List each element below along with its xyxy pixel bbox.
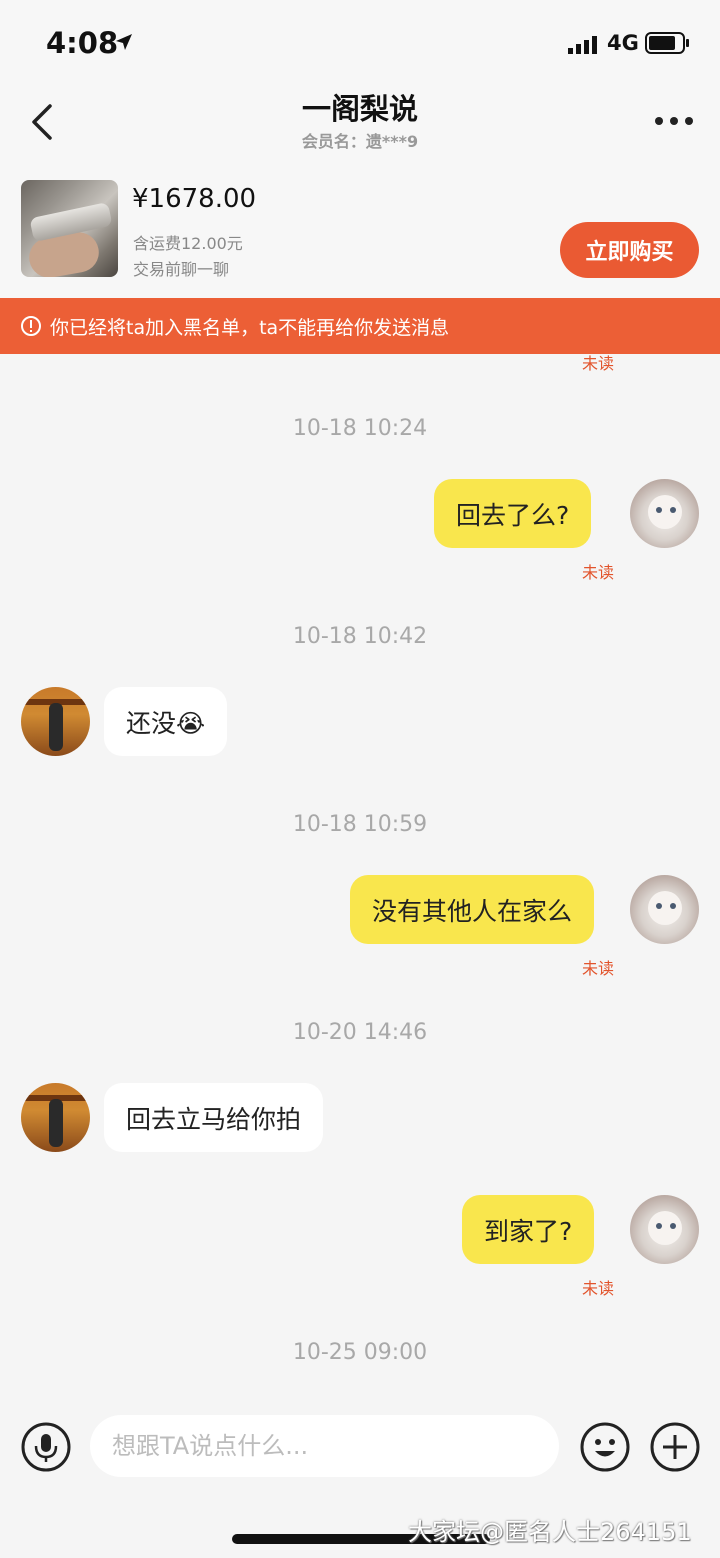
status-bar: 4:08 4G [0, 0, 720, 80]
my-avatar[interactable] [630, 1195, 699, 1264]
network-type: 4G [607, 31, 639, 55]
battery-icon [645, 32, 689, 54]
product-card[interactable]: ¥1678.00 含运费12.00元 交易前聊一聊 立即购买 [0, 166, 720, 298]
status-time: 4:08 [46, 26, 119, 60]
contact-avatar[interactable] [21, 687, 90, 756]
message-timestamp: 10-18 10:59 [292, 812, 428, 837]
message-timestamp: 10-18 10:42 [292, 624, 428, 649]
microphone-icon[interactable] [21, 1422, 71, 1472]
watermark: 大家坛@匿名人士264151 [408, 1518, 692, 1546]
unread-label: 未读 [582, 1279, 615, 1298]
message-timestamp: 10-25 09:00 [292, 1340, 428, 1365]
contact-message-bubble[interactable]: 还没😭 [104, 687, 228, 756]
unread-label: 未读 [582, 563, 615, 582]
chat-hint: 交易前聊一聊 [133, 260, 230, 279]
unread-label: 未读 [582, 354, 615, 373]
product-price: ¥1678.00 [132, 184, 257, 214]
my-message-bubble[interactable]: 到家了? [462, 1195, 595, 1264]
shipping-fee: 含运费12.00元 [133, 234, 243, 253]
chat-header: 一阁梨说 会员名：遗***9 [0, 80, 720, 166]
emoji-icon[interactable] [580, 1422, 630, 1472]
message-timestamp: 10-20 14:46 [292, 1020, 428, 1045]
chat-title: 一阁梨说 [301, 92, 418, 126]
buy-now-button[interactable]: 立即购买 [560, 222, 699, 278]
blacklist-banner: 你已经将ta加入黑名单，ta不能再给你发送消息 [0, 298, 720, 354]
product-image[interactable] [21, 180, 118, 277]
input-bar: 大家坛@匿名人士264151 [0, 1400, 720, 1558]
message-timestamp: 10-18 10:24 [292, 416, 428, 441]
my-message-bubble[interactable]: 没有其他人在家么 [350, 875, 595, 944]
message-input[interactable] [90, 1415, 559, 1477]
contact-message-bubble[interactable]: 回去立马给你拍 [104, 1083, 324, 1152]
plus-icon[interactable] [650, 1422, 700, 1472]
warning-circle-icon [21, 316, 41, 336]
banner-text: 你已经将ta加入黑名单，ta不能再给你发送消息 [50, 316, 450, 339]
unread-label: 未读 [582, 959, 615, 978]
location-arrow-icon [116, 34, 132, 50]
my-avatar[interactable] [630, 875, 699, 944]
more-dots-icon[interactable] [654, 116, 694, 126]
my-avatar[interactable] [630, 479, 699, 548]
my-message-bubble[interactable]: 回去了么? [434, 479, 592, 548]
contact-avatar[interactable] [21, 1083, 90, 1152]
member-name: 会员名：遗***9 [301, 132, 419, 151]
signal-icon [568, 36, 597, 54]
